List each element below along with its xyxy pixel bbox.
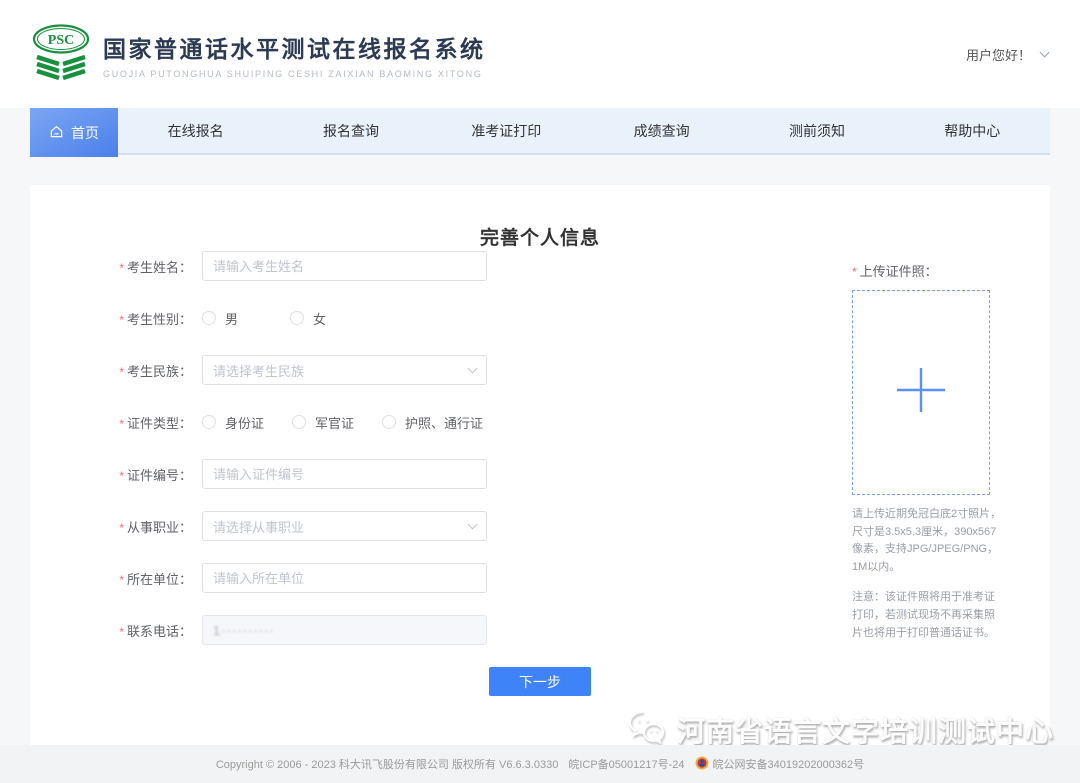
id-number-label: 证件编号： (127, 468, 192, 483)
nav-item-score-query[interactable]: 成绩查询 (584, 108, 739, 153)
required-asterisk: * (119, 261, 124, 275)
plus-icon (896, 365, 946, 420)
required-asterisk: * (119, 625, 124, 639)
chevron-down-icon (468, 519, 478, 529)
radio-circle-icon (202, 311, 216, 325)
upload-label: 上传证件照： (860, 264, 938, 279)
nav-item-home[interactable]: 首页 (30, 108, 118, 157)
chevron-down-icon (468, 363, 478, 373)
id-type-radio-military[interactable]: 军官证 (292, 413, 354, 432)
required-asterisk: * (119, 521, 124, 535)
phone-label: 联系电话： (127, 624, 192, 639)
id-type-label: 证件类型： (127, 416, 192, 431)
phone-input-disabled: 1·········· (202, 615, 487, 645)
photo-upload-dropzone[interactable] (852, 290, 990, 495)
radio-circle-icon (292, 415, 306, 429)
organization-input[interactable] (202, 563, 487, 593)
ethnicity-label: 考生民族： (127, 364, 192, 379)
required-asterisk: * (119, 313, 124, 327)
main-card: 完善个人信息 *考生姓名： *考生性别： 男 女 *考生民族： (30, 185, 1050, 745)
id-number-input[interactable] (202, 459, 487, 489)
occupation-label: 从事职业： (127, 520, 192, 535)
public-security-record-link[interactable]: 皖公网安备34019202000362号 (713, 756, 865, 772)
name-input[interactable] (202, 251, 487, 281)
user-greeting: 用户您好！ (966, 45, 1031, 64)
radio-circle-icon (382, 415, 396, 429)
nav-item-admission-ticket-print[interactable]: 准考证打印 (429, 108, 584, 153)
id-type-radio-passport[interactable]: 护照、通行证 (382, 413, 483, 432)
public-security-badge-icon (695, 756, 709, 773)
user-menu[interactable]: 用户您好！ (966, 45, 1048, 64)
gender-label: 考生性别： (127, 312, 192, 327)
nav-item-registration-query[interactable]: 报名查询 (273, 108, 428, 153)
header: PSC 国家普通话水平测试在线报名系统 GUOJIA PUTONGHUA SHU… (0, 0, 1080, 108)
organization-label: 所在单位： (127, 572, 192, 587)
footer: Copyright © 2006 - 2023 科大讯飞股份有限公司 版权所有 … (0, 745, 1080, 783)
site-title: 国家普通话水平测试在线报名系统 (103, 30, 486, 64)
occupation-select[interactable]: 请选择从事职业 (202, 511, 487, 541)
home-icon (49, 124, 64, 142)
required-asterisk: * (119, 365, 124, 379)
gender-radio-female[interactable]: 女 (290, 309, 326, 328)
main-nav: 首页 在线报名 报名查询 准考证打印 成绩查询 测前须知 帮助中心 (30, 108, 1050, 155)
svg-text:PSC: PSC (48, 33, 74, 48)
icp-license-link[interactable]: 皖ICP备05001217号-24 (568, 756, 684, 772)
chevron-down-icon (1040, 48, 1050, 58)
required-asterisk: * (852, 265, 857, 279)
next-step-button[interactable]: 下一步 (489, 667, 591, 696)
nav-item-online-registration[interactable]: 在线报名 (118, 108, 273, 153)
site-subtitle: GUOJIA PUTONGHUA SHUIPING CESHI ZAIXIAN … (103, 69, 486, 79)
upload-note: 注意：该证件照将用于准考证打印，若测试现场不再采集照片也将用于打印普通话证书。 (852, 589, 1004, 642)
radio-circle-icon (290, 311, 304, 325)
phone-value-obscured: 1·········· (213, 623, 275, 638)
copyright-text: Copyright © 2006 - 2023 科大讯飞股份有限公司 版权所有 … (216, 756, 559, 772)
nav-item-pretest-notice[interactable]: 测前须知 (739, 108, 894, 153)
gender-radio-male[interactable]: 男 (202, 309, 238, 328)
name-label: 考生姓名： (127, 260, 192, 275)
required-asterisk: * (119, 573, 124, 587)
ethnicity-select[interactable]: 请选择考生民族 (202, 355, 487, 385)
upload-hint: 请上传近期免冠白底2寸照片，尺寸是3.5x5.3厘米，390x567像素，支持J… (852, 506, 1004, 576)
required-asterisk: * (119, 469, 124, 483)
id-type-radio-idcard[interactable]: 身份证 (202, 413, 264, 432)
psc-logo-icon: PSC (32, 24, 90, 85)
nav-item-help-center[interactable]: 帮助中心 (895, 108, 1050, 153)
photo-upload-section: *上传证件照： 请上传近期免冠白底2寸照片，尺寸是3.5x5.3厘米，390x5… (852, 261, 1010, 642)
page-title: 完善个人信息 (30, 185, 1050, 223)
required-asterisk: * (119, 417, 124, 431)
radio-circle-icon (202, 415, 216, 429)
brand: PSC 国家普通话水平测试在线报名系统 GUOJIA PUTONGHUA SHU… (32, 24, 486, 85)
